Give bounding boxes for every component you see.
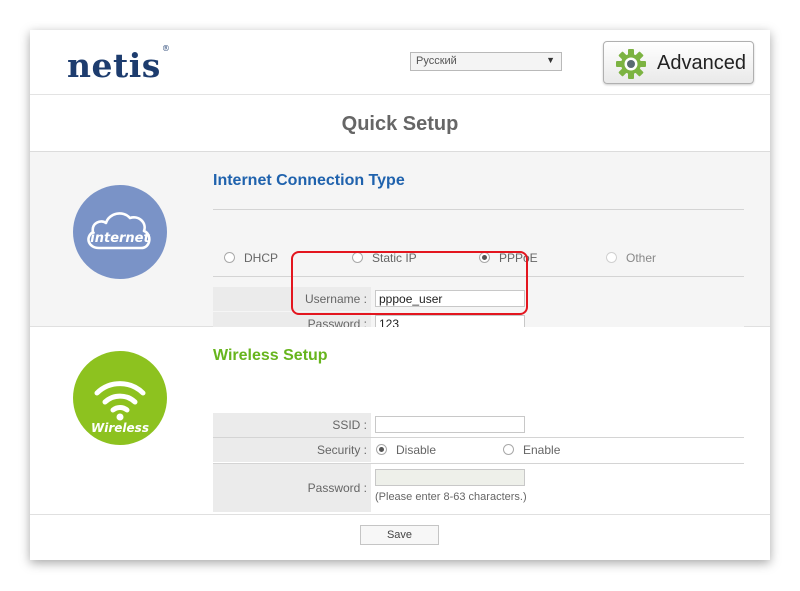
header: netis® Русский ▼ Advanced — [30, 30, 770, 95]
wireless-section-title: Wireless Setup — [213, 347, 328, 364]
registered-mark: ® — [161, 44, 171, 53]
gear-icon — [616, 49, 646, 79]
radio-label: Enable — [523, 443, 561, 457]
page-title: Quick Setup — [341, 113, 459, 135]
wireless-badge-text: Wireless — [91, 421, 149, 435]
internet-section: internet Internet Connection Type DHCP S… — [30, 152, 770, 336]
router-page: netis® Русский ▼ Advanced Quick Setup in… — [30, 30, 770, 560]
advanced-label: Advanced — [657, 52, 746, 74]
chevron-down-icon: ▼ — [546, 55, 555, 65]
security-cell: Disable Enable — [371, 438, 744, 462]
internet-badge: internet — [73, 185, 167, 279]
wireless-badge: Wireless — [73, 351, 167, 445]
divider — [213, 209, 744, 210]
ssid-cell — [371, 413, 744, 437]
highlight-box — [291, 251, 528, 315]
advanced-button[interactable]: Advanced — [603, 41, 754, 84]
ssid-label: SSID : — [213, 413, 371, 437]
radio-circle-selected — [376, 444, 387, 455]
radio-circle — [606, 252, 617, 263]
logo-text: netis — [67, 46, 161, 85]
radio-dhcp[interactable]: DHCP — [224, 251, 278, 265]
ssid-input[interactable] — [375, 416, 525, 433]
netis-logo: netis® — [67, 44, 171, 85]
radio-circle — [224, 252, 235, 263]
radio-label: Disable — [396, 443, 437, 457]
radio-label: DHCP — [244, 251, 279, 265]
radio-other[interactable]: Other — [606, 251, 656, 265]
security-row: Security : Disable Enable — [213, 438, 744, 462]
radio-label: Other — [626, 251, 657, 265]
wifi-password-label: Password : — [213, 464, 371, 512]
radio-circle — [503, 444, 514, 455]
wifi-password-input[interactable] — [375, 469, 525, 486]
language-selected: Русский — [416, 55, 457, 67]
title-bar: Quick Setup — [30, 95, 770, 152]
radio-disable[interactable]: Disable — [376, 443, 436, 457]
radio-enable[interactable]: Enable — [503, 443, 560, 457]
security-label: Security : — [213, 438, 371, 462]
internet-badge-text: internet — [90, 231, 150, 246]
password-hint: (Please enter 8-63 characters.) — [375, 491, 527, 503]
wifi-password-cell: (Please enter 8-63 characters.) — [371, 464, 744, 512]
internet-section-title: Internet Connection Type — [213, 172, 405, 189]
wireless-section: Wireless Wireless Setup SSID : Security … — [30, 327, 770, 515]
wifi-password-row: Password : (Please enter 8-63 characters… — [213, 464, 744, 512]
ssid-row: SSID : — [213, 413, 744, 437]
language-select[interactable]: Русский ▼ — [410, 52, 562, 71]
save-button[interactable]: Save — [360, 525, 439, 545]
